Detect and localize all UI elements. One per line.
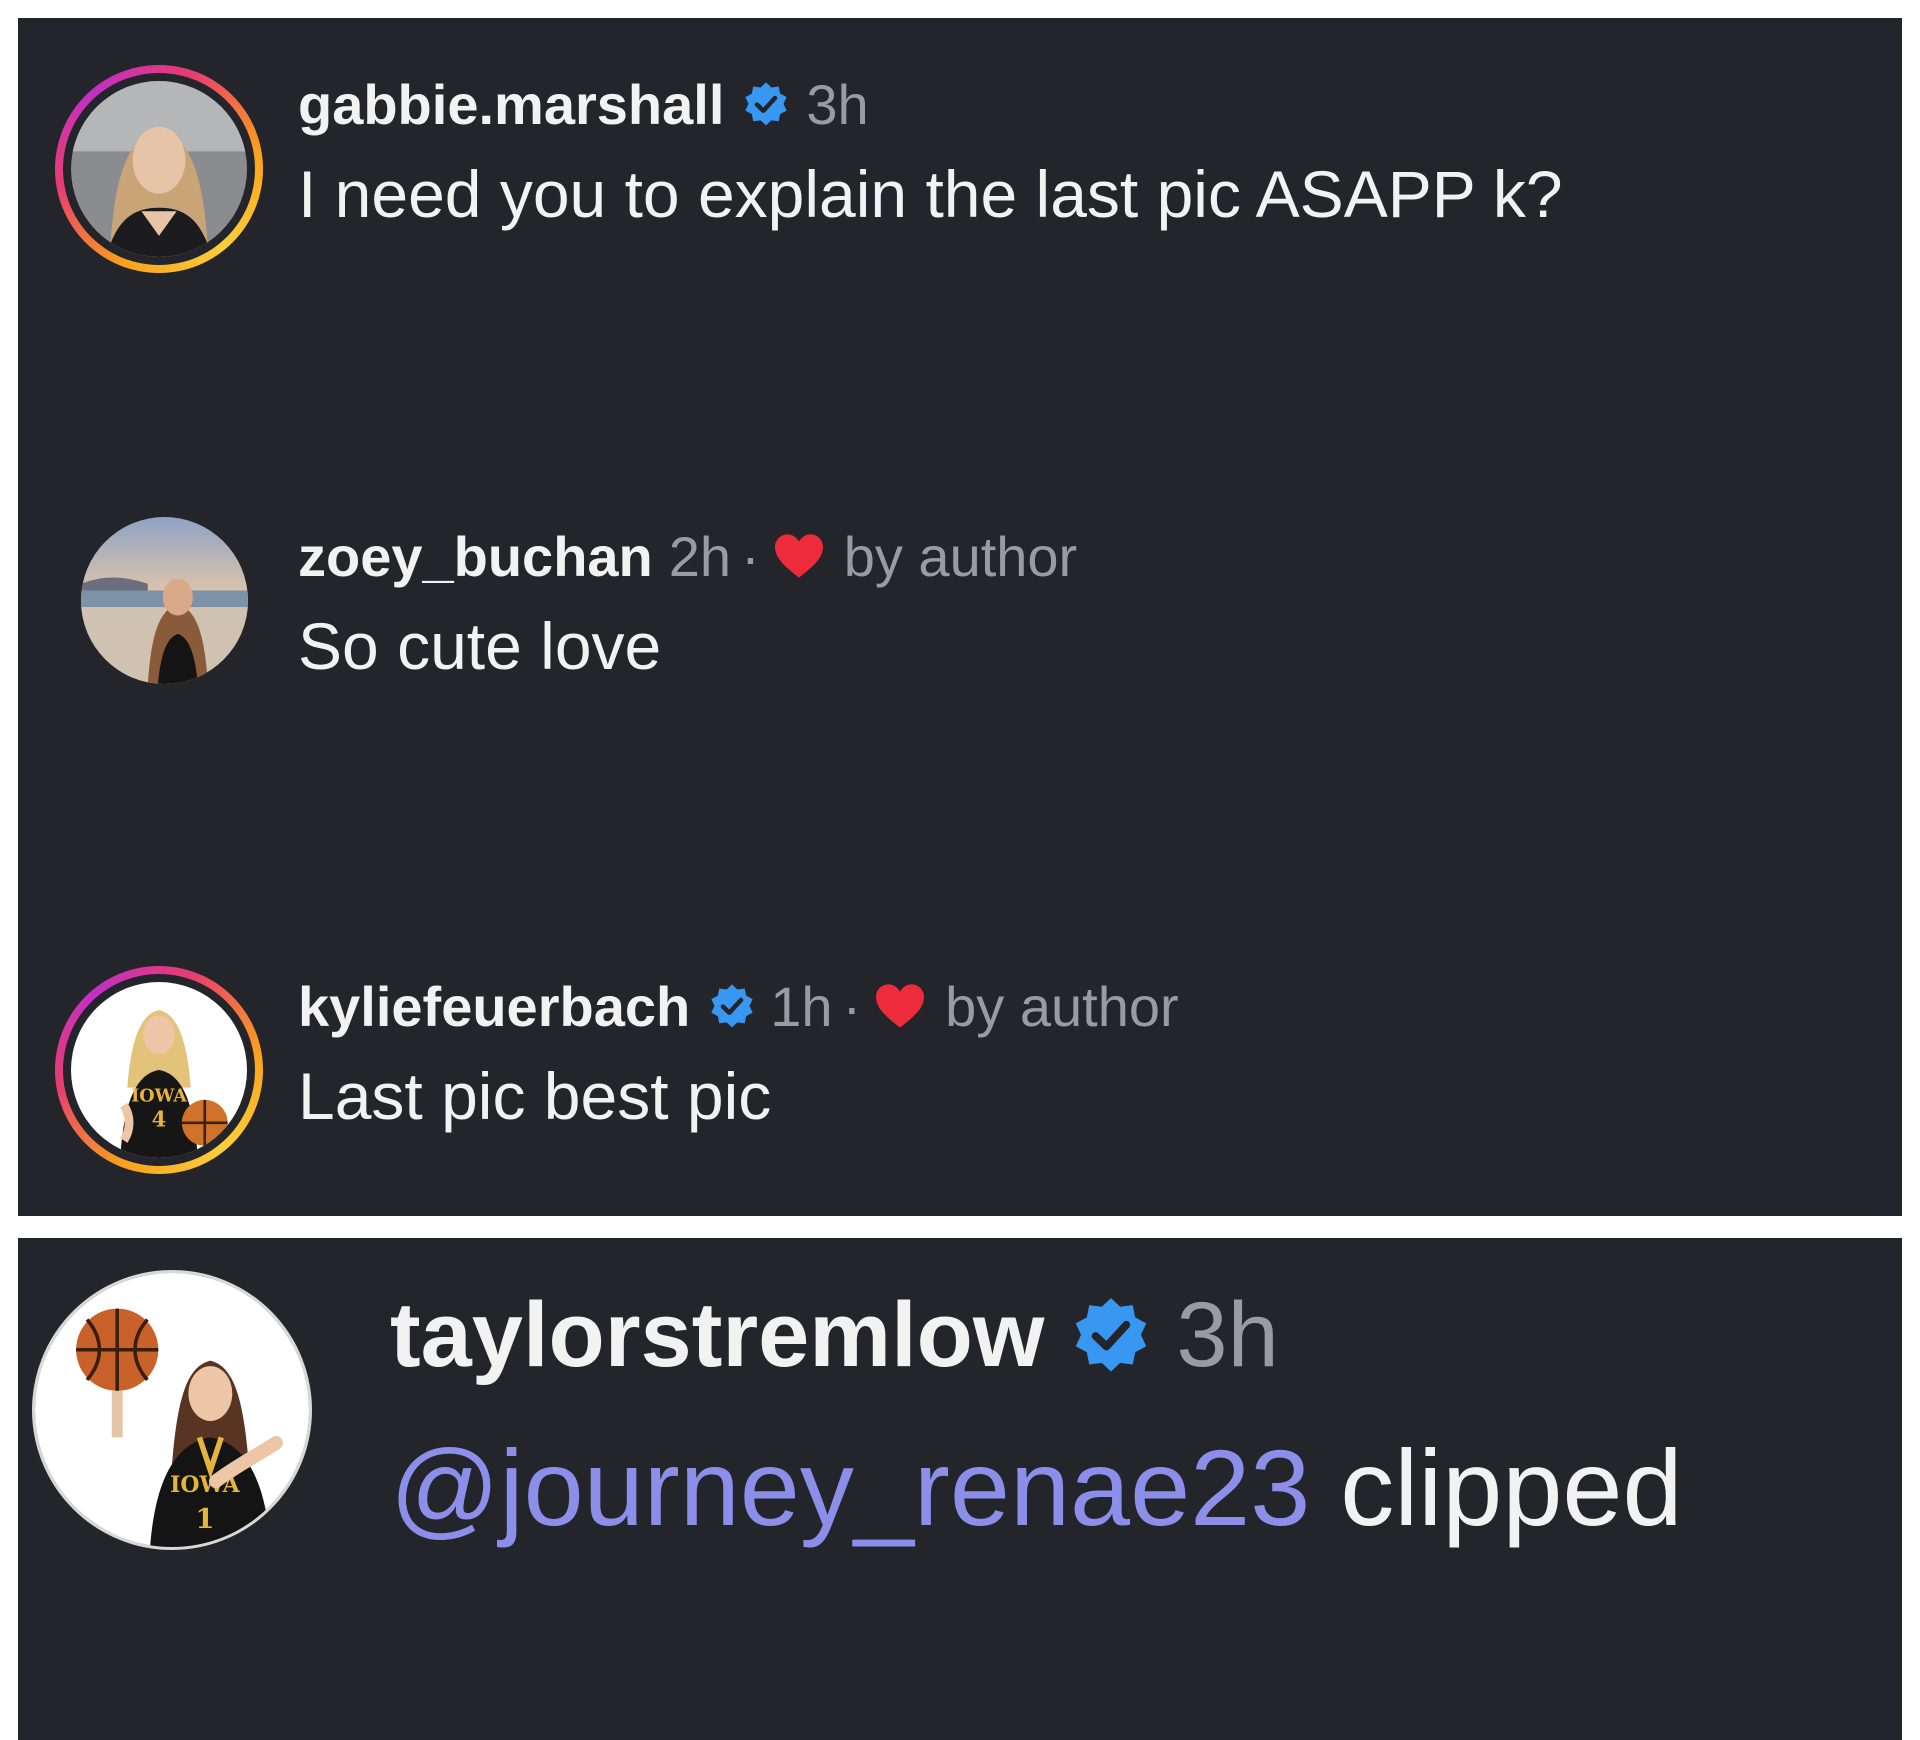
comment-username[interactable]: taylorstremlow xyxy=(390,1283,1044,1388)
comment-text: I need you to explain the last pic ASAPP… xyxy=(298,157,1563,231)
comment-time: 1h xyxy=(770,974,833,1038)
avatar-kyliefeuerbach[interactable]: IOWA 4 xyxy=(55,966,263,1174)
comment-time: 3h xyxy=(806,72,869,136)
comment-zoey-buchan: zoey_buchan 2h · by author So cute love xyxy=(298,516,1077,684)
svg-text:IOWA: IOWA xyxy=(131,1086,187,1107)
comment-taylorstremlow: taylorstremlow 3h @journey_renae23 clipp… xyxy=(390,1275,1683,1550)
meta-separator: · xyxy=(842,974,862,1038)
verified-badge-icon xyxy=(711,984,753,1028)
verified-badge-icon xyxy=(745,82,788,126)
avatar-gabbie-marshall[interactable] xyxy=(55,65,263,273)
svg-text:4: 4 xyxy=(152,1106,167,1131)
meta-separator: · xyxy=(741,524,760,588)
comment-text: Last pic best pic xyxy=(298,1059,772,1133)
liked-by-author-label: by author xyxy=(945,974,1179,1038)
svg-text:1: 1 xyxy=(195,1503,214,1535)
mention-link[interactable]: @journey_renae23 xyxy=(390,1427,1310,1548)
heart-icon xyxy=(876,984,925,1028)
comment-time: 3h xyxy=(1176,1283,1279,1386)
comment-username[interactable]: zoey_buchan xyxy=(298,524,653,589)
avatar-zoey-buchan[interactable] xyxy=(81,517,248,684)
comment-username[interactable]: gabbie.marshall xyxy=(298,72,724,137)
comment-kyliefeuerbach: kyliefeuerbach 1h · by author Last pic b… xyxy=(298,966,1179,1134)
comment-body: clipped xyxy=(1340,1427,1683,1548)
heart-icon xyxy=(774,534,823,578)
verified-badge-icon xyxy=(1076,1298,1147,1372)
comment-username[interactable]: kyliefeuerbach xyxy=(298,974,690,1039)
comment-text: @journey_renae23 clipped xyxy=(390,1425,1683,1550)
comment-time: 2h xyxy=(668,524,732,588)
comment-text: So cute love xyxy=(298,609,662,683)
liked-by-author-label: by author xyxy=(843,524,1078,588)
avatar-taylorstremlow[interactable]: IOWA 1 xyxy=(32,1270,312,1550)
comment-gabbie-marshall: gabbie.marshall 3h I need you to explain… xyxy=(298,64,1563,232)
